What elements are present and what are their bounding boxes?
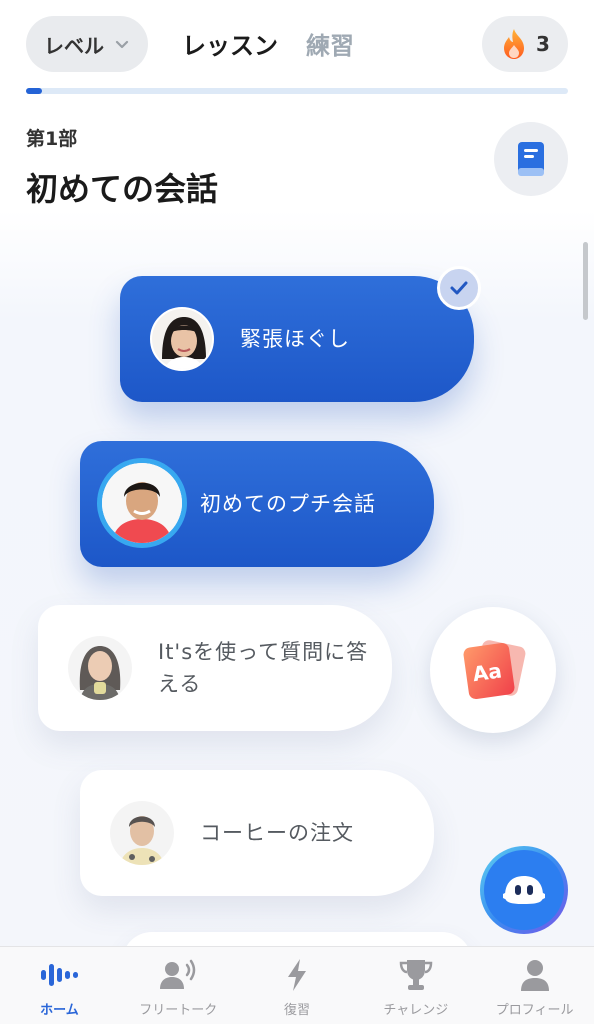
lightning-icon — [277, 957, 317, 993]
flame-icon — [504, 29, 525, 59]
teacher-avatar — [68, 636, 132, 700]
book-icon — [518, 142, 544, 176]
lesson-title: 緊張ほぐし — [240, 327, 350, 351]
nav-profile[interactable]: プロフィール — [475, 947, 594, 1024]
tab-practice[interactable]: 練習 — [306, 26, 354, 61]
nav-label: 復習 — [283, 1003, 310, 1018]
nav-label: プロフィール — [495, 1003, 574, 1018]
trophy-icon — [396, 957, 436, 993]
free-talk-icon — [158, 957, 198, 993]
tab-lesson[interactable]: レッスン — [182, 26, 278, 61]
flashcards-icon: Aa — [463, 640, 526, 700]
nav-review[interactable]: 復習 — [238, 947, 357, 1024]
lesson-progress-bar — [26, 88, 568, 94]
nav-label: ホーム — [40, 1003, 79, 1018]
nav-home[interactable]: ホーム — [0, 947, 119, 1024]
part-label: 第1部 — [26, 128, 78, 150]
nav-free-talk[interactable]: フリートーク — [119, 947, 238, 1024]
nav-challenge[interactable]: チャレンジ — [356, 947, 475, 1024]
teacher-avatar — [97, 458, 187, 548]
level-selector-button[interactable]: レベル — [26, 16, 148, 72]
ai-assistant-button[interactable] — [480, 846, 568, 934]
teacher-avatar — [150, 307, 214, 371]
lesson-card-2[interactable]: 初めてのプチ会話 — [80, 441, 434, 567]
streak-count: 3 — [536, 32, 550, 56]
lesson-card-1[interactable]: 緊張ほぐし — [120, 276, 474, 402]
chevron-down-icon — [115, 40, 129, 49]
lesson-title: コーヒーの注文 — [200, 821, 354, 845]
nav-label: フリートーク — [139, 1003, 218, 1018]
section-title: 初めての会話 — [26, 170, 219, 208]
nav-label: チャレンジ — [383, 1003, 449, 1018]
robot-icon — [503, 876, 545, 904]
lesson-card-3[interactable]: It'sを使って質問に答える — [38, 605, 392, 731]
progress-fill — [26, 88, 43, 94]
scrollbar[interactable] — [583, 242, 588, 320]
lesson-card-4[interactable]: コーヒーの注文 — [80, 770, 434, 896]
home-wave-icon — [39, 957, 79, 993]
app-root: レベル レッスン 練習 3 第1部 初めての会話 緊張ほぐし 初めてのプチ会話 … — [0, 0, 594, 1024]
guide-book-button[interactable] — [494, 122, 568, 196]
completed-check-icon — [437, 266, 481, 310]
flashcards-button[interactable]: Aa — [430, 607, 556, 733]
lesson-title: 初めてのプチ会話 — [200, 492, 376, 516]
profile-icon — [515, 957, 555, 993]
flashcard-text: Aa — [471, 658, 503, 686]
bottom-nav: ホーム フリートーク 復習 チャレンジ プロフィール — [0, 946, 594, 1024]
lesson-title: It'sを使って質問に答える — [158, 640, 369, 696]
level-label: レベル — [44, 33, 104, 58]
streak-button[interactable]: 3 — [482, 16, 568, 72]
teacher-avatar — [110, 801, 174, 865]
